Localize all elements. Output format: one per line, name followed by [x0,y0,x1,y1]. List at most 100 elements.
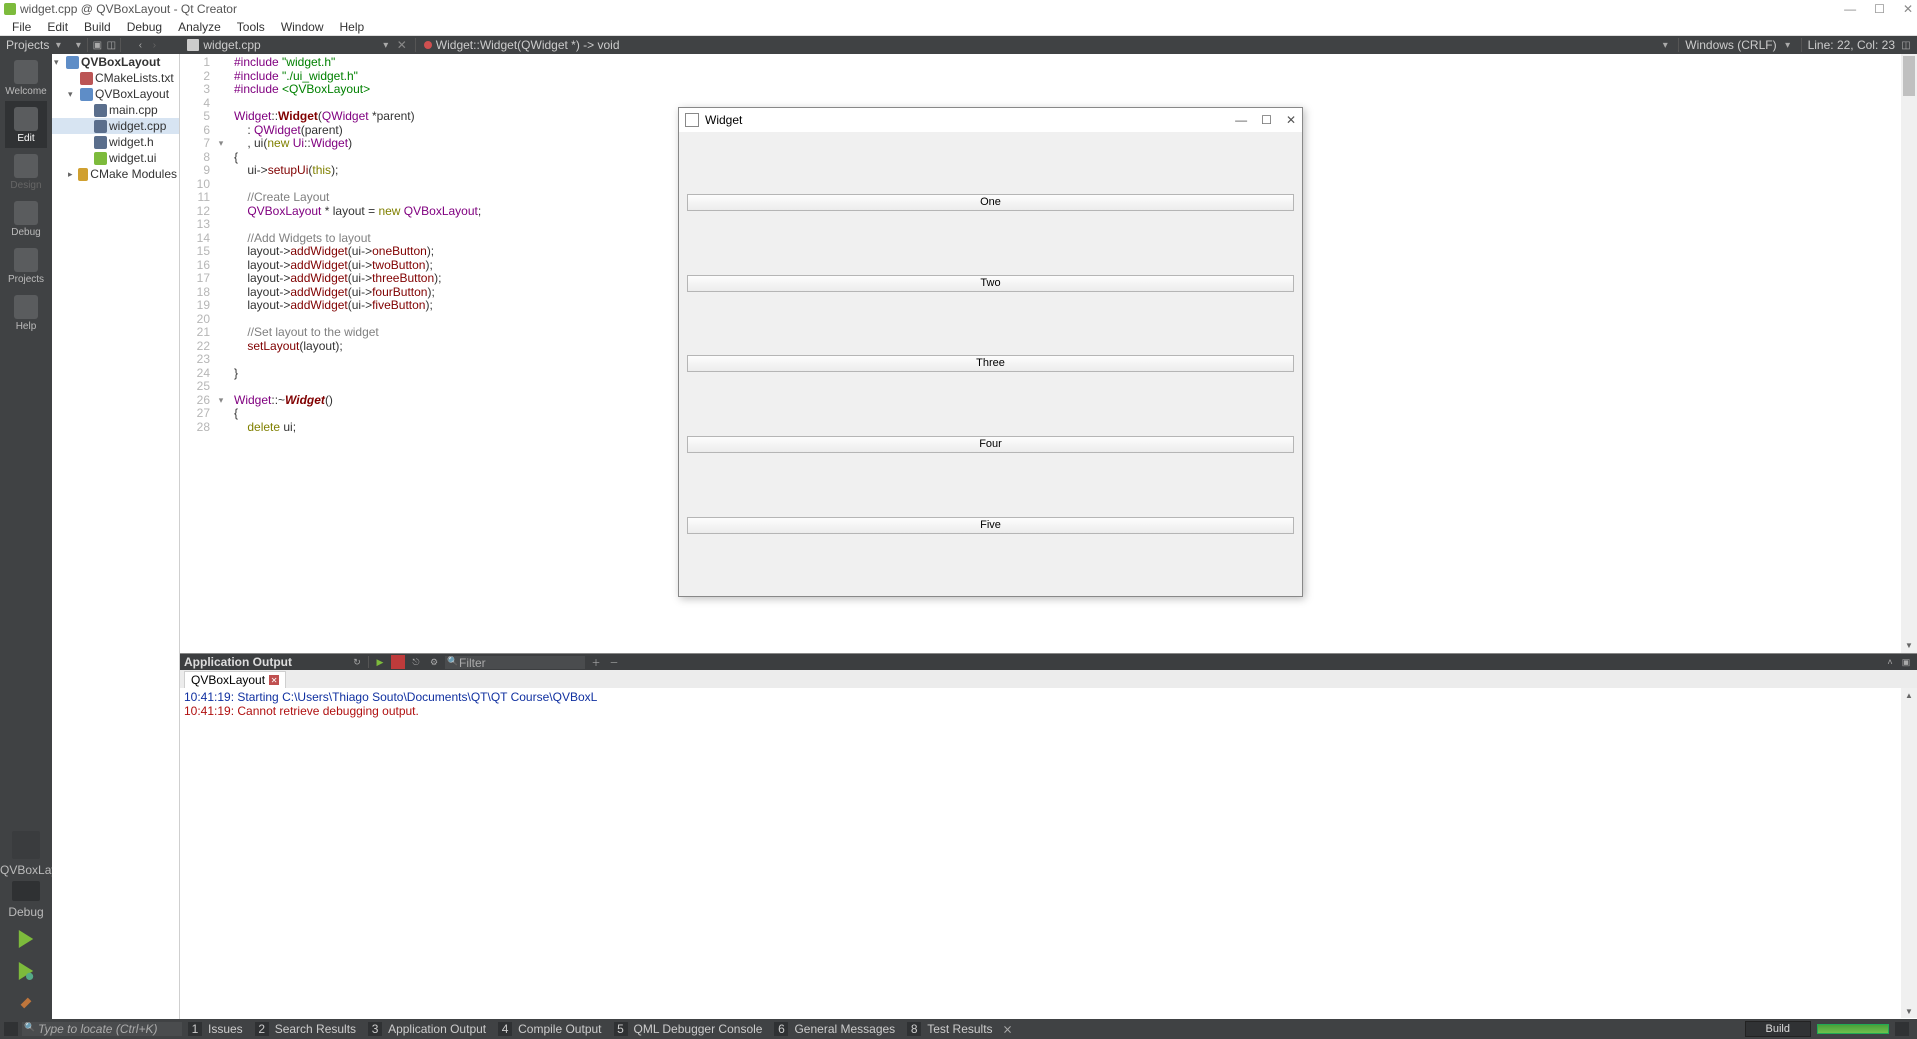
app-button-one[interactable]: One [687,194,1294,211]
debug-run-button[interactable] [14,959,38,983]
output-pane-issues[interactable]: 1Issues [188,1021,249,1037]
menu-analyze[interactable]: Analyze [170,20,229,34]
scroll-thumb[interactable] [1903,56,1915,96]
tree-item[interactable]: widget.cpp [52,118,179,134]
run-button[interactable] [14,927,38,951]
nav-forward-icon[interactable]: › [147,38,161,52]
tree-item-label: CMakeLists.txt [95,71,174,85]
attach-icon[interactable]: ⎋ [409,655,423,669]
status-bar: Type to locate (Ctrl+K) 1Issues 2Search R… [0,1019,1917,1039]
project-tree[interactable]: ▾QVBoxLayoutCMakeLists.txt▾QVBoxLayoutma… [52,54,180,1019]
tree-item[interactable]: ▾QVBoxLayout [52,86,179,102]
menu-edit[interactable]: Edit [39,20,76,34]
output-tab[interactable]: QVBoxLayout ✕ [184,671,286,688]
running-app-window[interactable]: Widget — ☐ ✕ OneTwoThreeFourFive [678,107,1303,597]
output-pane-application-output[interactable]: 3Application Output [368,1021,492,1037]
build-status-button[interactable]: Build [1745,1021,1811,1037]
tree-item[interactable]: ▸ CMake Modules [52,166,179,182]
locator-input[interactable]: Type to locate (Ctrl+K) [22,1022,182,1036]
tree-sync-icon[interactable]: ▣ [90,38,104,52]
stop-icon[interactable] [391,655,405,669]
pane-number: 6 [774,1022,788,1036]
output-text[interactable]: 10:41:19: Starting C:\Users\Thiago Souto… [180,688,1917,1018]
close-button[interactable]: ✕ [1903,2,1913,16]
maximize-button[interactable]: ☐ [1874,2,1885,16]
mode-welcome[interactable]: Welcome [5,54,47,101]
nav-back-icon[interactable]: ‹ [133,38,147,52]
tree-item[interactable]: CMakeLists.txt [52,70,179,86]
mode-bar: WelcomeEditDesignDebugProjectsHelp QVBox… [0,54,52,1019]
mode-projects[interactable]: Projects [5,242,47,289]
output-scrollbar[interactable]: ▲ ▼ [1901,688,1917,1018]
scroll-up-icon[interactable]: ▲ [1901,688,1917,702]
cursor-position[interactable]: Line: 22, Col: 23 [1808,38,1895,52]
menu-debug[interactable]: Debug [119,20,170,34]
kit-selector[interactable]: QVBoxLayout Debug [0,823,52,923]
panes-close-icon[interactable]: ⨯ [1003,1022,1013,1036]
scroll-down-icon[interactable]: ▼ [1901,1004,1917,1018]
maximize-output-icon[interactable]: ▣ [1899,655,1913,669]
app-button-three[interactable]: Three [687,355,1294,372]
design-icon [14,154,38,178]
projects-combo[interactable]: Projects ▾ [0,38,71,52]
output-pane-search-results[interactable]: 2Search Results [255,1021,362,1037]
collapse-icon[interactable]: ˄ [1883,655,1897,669]
output-pane-test-results[interactable]: 8Test Results [907,1021,998,1037]
output-pane-compile-output[interactable]: 4Compile Output [498,1021,607,1037]
build-button[interactable] [14,991,38,1015]
expand-icon[interactable]: ▾ [68,89,78,100]
app-close-button[interactable]: ✕ [1286,113,1296,127]
mode-help[interactable]: Help [5,289,47,336]
app-maximize-button[interactable]: ☐ [1261,113,1272,127]
menu-tools[interactable]: Tools [229,20,273,34]
tree-item[interactable]: widget.ui [52,150,179,166]
split-icon[interactable]: ◫ [104,38,118,52]
monitor-icon [12,881,40,901]
remove-icon[interactable]: － [607,655,621,669]
output-panel-title: Application Output [184,655,292,669]
rerun-icon[interactable]: ↻ [350,655,364,669]
chevron-down-icon[interactable]: ▾ [1658,38,1672,52]
symbol-breadcrumb[interactable]: Widget::Widget(QWidget *) -> void [418,38,626,52]
run-output-icon[interactable]: ▶ [373,655,387,669]
expand-icon[interactable]: ▾ [54,57,64,68]
mode-debug[interactable]: Debug [5,195,47,242]
menu-build[interactable]: Build [76,20,119,34]
minimize-button[interactable]: — [1844,2,1856,16]
tree-item[interactable]: main.cpp [52,102,179,118]
open-file-tab[interactable]: widget.cpp ▾ ✕ [181,38,412,52]
open-file-label: widget.cpp [203,38,260,52]
close-output-tab-icon[interactable]: ✕ [269,675,279,685]
app-minimize-button[interactable]: — [1235,113,1247,127]
output-filter-input[interactable]: Filter [445,656,585,669]
split-editor-icon[interactable]: ◫ [1899,38,1913,52]
menu-help[interactable]: Help [332,20,373,34]
edit-icon [14,107,38,131]
pane-label: Test Results [921,1022,998,1036]
rightbar-toggle-icon[interactable] [1895,1022,1909,1036]
tree-item[interactable]: widget.h [52,134,179,150]
add-icon[interactable]: ＋ [589,655,603,669]
filter-icon[interactable]: ▾ [71,38,85,52]
line-ending-label[interactable]: Windows (CRLF) [1685,38,1776,52]
tree-item[interactable]: ▾QVBoxLayout [52,54,179,70]
fold-gutter[interactable]: ▾▾ [214,54,228,653]
pane-number: 3 [368,1022,382,1036]
menu-window[interactable]: Window [273,20,332,34]
output-pane-general-messages[interactable]: 6General Messages [774,1021,901,1037]
settings-icon[interactable]: ⚙ [427,655,441,669]
scroll-down-icon[interactable]: ▼ [1901,639,1917,653]
app-button-five[interactable]: Five [687,517,1294,534]
expand-icon[interactable]: ▸ [68,169,76,180]
tree-item-label: CMake Modules [90,167,177,181]
menu-bar: FileEditBuildDebugAnalyzeToolsWindowHelp [0,18,1917,36]
mode-edit[interactable]: Edit [5,101,47,148]
close-tab-icon[interactable]: ✕ [397,38,407,52]
app-button-four[interactable]: Four [687,436,1294,453]
app-button-two[interactable]: Two [687,275,1294,292]
sidebar-toggle-icon[interactable] [4,1022,18,1036]
editor-scrollbar[interactable]: ▲ ▼ [1901,54,1917,653]
output-pane-qml-debugger-console[interactable]: 5QML Debugger Console [614,1021,769,1037]
menu-file[interactable]: File [4,20,39,34]
mode-design: Design [5,148,47,195]
